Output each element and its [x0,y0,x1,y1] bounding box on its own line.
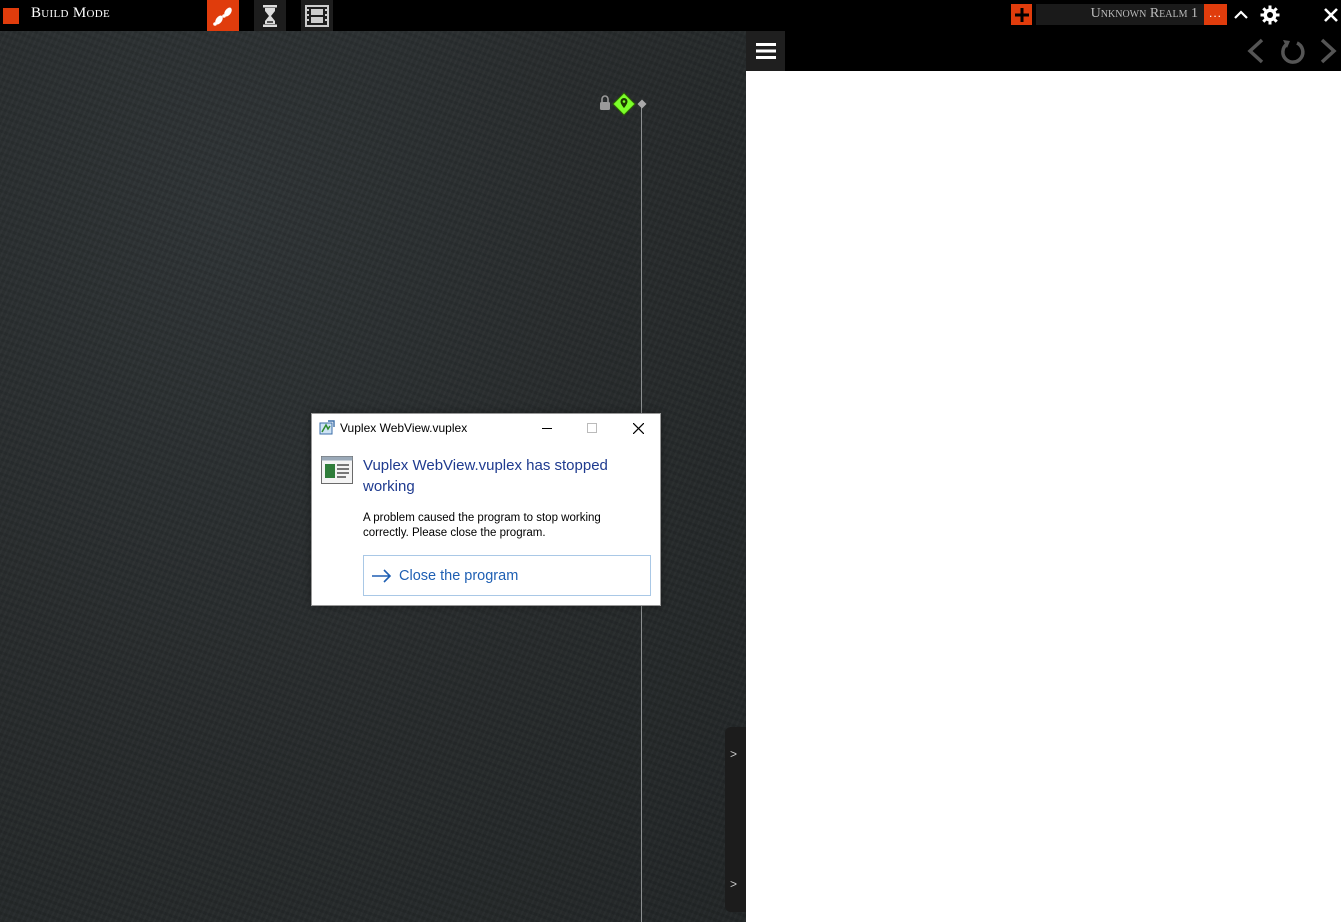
footprints-tool-button[interactable] [207,0,239,31]
expand-arrow-top[interactable]: > [730,747,737,761]
top-bar: Build Mode Unknown Realm 1 ... [0,0,1341,31]
add-realm-button[interactable] [1011,4,1032,25]
footsteps-icon [213,7,232,26]
location-marker[interactable] [598,92,650,116]
maximize-icon [587,423,597,433]
close-program-label: Close the program [399,567,519,584]
hourglass-icon [263,4,277,27]
back-icon[interactable] [1242,37,1270,65]
dialog-title: Vuplex WebView.vuplex [340,421,468,435]
app-logo-square [3,8,19,24]
webview-content[interactable] [746,71,1341,922]
dialog-close-button[interactable] [616,414,660,442]
error-dialog: Vuplex WebView.vuplex Vuplex WebView.vup… [311,413,661,606]
film-strip-icon [305,4,329,27]
mode-title: Build Mode [31,5,110,21]
close-app-button[interactable] [1320,4,1341,26]
hourglass-tool-button[interactable] [254,0,286,31]
reload-icon[interactable] [1278,37,1306,65]
close-icon [1324,8,1338,22]
gear-icon [1260,5,1280,25]
dialog-heading: Vuplex WebView.vuplex has stopped workin… [363,457,608,495]
realm-selector[interactable]: Unknown Realm 1 [1036,4,1204,25]
chevron-up-icon [1234,10,1248,19]
minimize-icon [542,428,552,429]
maximize-button[interactable] [570,414,614,442]
plus-icon [1014,7,1029,22]
pin-diamond-icon [612,92,636,116]
close-icon [632,422,644,434]
arrow-right-icon [372,568,392,583]
realm-name: Unknown Realm 1 [1090,6,1198,21]
close-program-button[interactable]: Close the program [363,555,651,596]
settings-button[interactable] [1259,4,1281,26]
film-tool-button[interactable] [301,0,333,31]
forward-icon[interactable] [1314,37,1341,65]
hamburger-icon [755,43,776,59]
app-window-icon [319,420,335,435]
browser-menu-button[interactable] [746,31,785,71]
side-drawer-tab[interactable]: > > [725,727,746,912]
realm-options-button[interactable]: ... [1204,4,1227,25]
minimize-button[interactable] [525,414,569,442]
collapse-button[interactable] [1230,4,1252,26]
program-window-icon [321,456,353,484]
lock-icon [600,95,610,110]
expand-arrow-bottom[interactable]: > [730,877,737,891]
dialog-message: A problem caused the program to stop wor… [363,512,601,539]
